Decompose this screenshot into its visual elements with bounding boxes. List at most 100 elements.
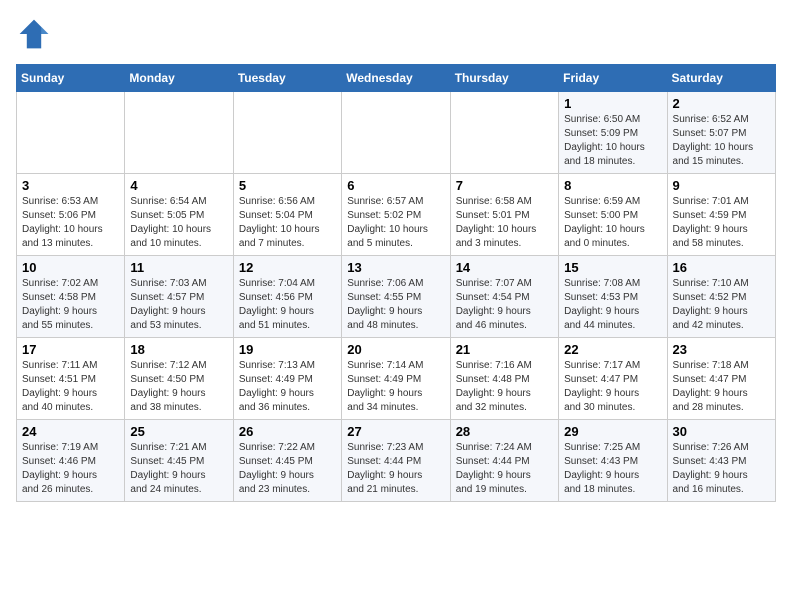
calendar-week-5: 24 Sunrise: 7:19 AM Sunset: 4:46 PM Dayli… bbox=[17, 420, 776, 502]
day-info: Sunrise: 7:03 AM Sunset: 4:57 PM Dayligh… bbox=[130, 277, 227, 333]
calendar-cell: 28 Sunrise: 7:24 AM Sunset: 4:44 PM Dayli… bbox=[450, 420, 558, 502]
day-info: Sunrise: 7:06 AM Sunset: 4:55 PM Dayligh… bbox=[347, 277, 444, 333]
day-number: 10 bbox=[22, 260, 119, 275]
calendar-cell: 15 Sunrise: 7:08 AM Sunset: 4:53 PM Dayli… bbox=[559, 256, 667, 338]
day-info: Sunrise: 6:53 AM Sunset: 5:06 PM Dayligh… bbox=[22, 195, 119, 251]
day-info: Sunrise: 6:59 AM Sunset: 5:00 PM Dayligh… bbox=[564, 195, 661, 251]
calendar-cell: 6 Sunrise: 6:57 AM Sunset: 5:02 PM Daylig… bbox=[342, 174, 450, 256]
day-info: Sunrise: 7:08 AM Sunset: 4:53 PM Dayligh… bbox=[564, 277, 661, 333]
logo-icon bbox=[16, 16, 52, 52]
day-info: Sunrise: 6:54 AM Sunset: 5:05 PM Dayligh… bbox=[130, 195, 227, 251]
day-info: Sunrise: 7:18 AM Sunset: 4:47 PM Dayligh… bbox=[673, 359, 770, 415]
day-number: 23 bbox=[673, 342, 770, 357]
day-number: 26 bbox=[239, 424, 336, 439]
calendar-cell: 13 Sunrise: 7:06 AM Sunset: 4:55 PM Dayli… bbox=[342, 256, 450, 338]
day-info: Sunrise: 7:12 AM Sunset: 4:50 PM Dayligh… bbox=[130, 359, 227, 415]
day-number: 21 bbox=[456, 342, 553, 357]
day-number: 4 bbox=[130, 178, 227, 193]
day-number: 9 bbox=[673, 178, 770, 193]
day-info: Sunrise: 6:52 AM Sunset: 5:07 PM Dayligh… bbox=[673, 113, 770, 169]
day-number: 3 bbox=[22, 178, 119, 193]
day-info: Sunrise: 7:02 AM Sunset: 4:58 PM Dayligh… bbox=[22, 277, 119, 333]
day-info: Sunrise: 7:13 AM Sunset: 4:49 PM Dayligh… bbox=[239, 359, 336, 415]
day-number: 7 bbox=[456, 178, 553, 193]
calendar-cell: 5 Sunrise: 6:56 AM Sunset: 5:04 PM Daylig… bbox=[233, 174, 341, 256]
calendar-cell: 9Sunrise: 7:01 AM Sunset: 4:59 PM Daylig… bbox=[667, 174, 775, 256]
calendar-cell bbox=[450, 92, 558, 174]
day-number: 28 bbox=[456, 424, 553, 439]
calendar-cell: 11 Sunrise: 7:03 AM Sunset: 4:57 PM Dayli… bbox=[125, 256, 233, 338]
day-info: Sunrise: 7:16 AM Sunset: 4:48 PM Dayligh… bbox=[456, 359, 553, 415]
calendar-cell: 22 Sunrise: 7:17 AM Sunset: 4:47 PM Dayli… bbox=[559, 338, 667, 420]
day-info: Sunrise: 7:10 AM Sunset: 4:52 PM Dayligh… bbox=[673, 277, 770, 333]
weekday-header-saturday: Saturday bbox=[667, 65, 775, 92]
day-info: Sunrise: 7:14 AM Sunset: 4:49 PM Dayligh… bbox=[347, 359, 444, 415]
day-number: 17 bbox=[22, 342, 119, 357]
day-number: 11 bbox=[130, 260, 227, 275]
calendar-cell: 25 Sunrise: 7:21 AM Sunset: 4:45 PM Dayli… bbox=[125, 420, 233, 502]
weekday-header-monday: Monday bbox=[125, 65, 233, 92]
weekday-header-tuesday: Tuesday bbox=[233, 65, 341, 92]
calendar-week-4: 17 Sunrise: 7:11 AM Sunset: 4:51 PM Dayli… bbox=[17, 338, 776, 420]
day-info: Sunrise: 7:24 AM Sunset: 4:44 PM Dayligh… bbox=[456, 441, 553, 497]
calendar-cell bbox=[17, 92, 125, 174]
day-info: Sunrise: 6:50 AM Sunset: 5:09 PM Dayligh… bbox=[564, 113, 661, 169]
calendar-cell: 21 Sunrise: 7:16 AM Sunset: 4:48 PM Dayli… bbox=[450, 338, 558, 420]
day-number: 25 bbox=[130, 424, 227, 439]
calendar-cell: 12Sunrise: 7:04 AM Sunset: 4:56 PM Dayli… bbox=[233, 256, 341, 338]
day-info: Sunrise: 7:22 AM Sunset: 4:45 PM Dayligh… bbox=[239, 441, 336, 497]
day-info: Sunrise: 7:11 AM Sunset: 4:51 PM Dayligh… bbox=[22, 359, 119, 415]
calendar-cell: 4 Sunrise: 6:54 AM Sunset: 5:05 PM Daylig… bbox=[125, 174, 233, 256]
weekday-header-sunday: Sunday bbox=[17, 65, 125, 92]
day-number: 22 bbox=[564, 342, 661, 357]
day-info: Sunrise: 6:57 AM Sunset: 5:02 PM Dayligh… bbox=[347, 195, 444, 251]
day-number: 18 bbox=[130, 342, 227, 357]
calendar-cell bbox=[342, 92, 450, 174]
calendar-cell: 2 Sunrise: 6:52 AM Sunset: 5:07 PM Daylig… bbox=[667, 92, 775, 174]
calendar-cell: 17 Sunrise: 7:11 AM Sunset: 4:51 PM Dayli… bbox=[17, 338, 125, 420]
day-info: Sunrise: 7:25 AM Sunset: 4:43 PM Dayligh… bbox=[564, 441, 661, 497]
day-number: 24 bbox=[22, 424, 119, 439]
day-number: 1 bbox=[564, 96, 661, 111]
day-number: 30 bbox=[673, 424, 770, 439]
calendar-cell bbox=[233, 92, 341, 174]
day-number: 5 bbox=[239, 178, 336, 193]
calendar-cell: 30 Sunrise: 7:26 AM Sunset: 4:43 PM Dayli… bbox=[667, 420, 775, 502]
calendar-cell: 19 Sunrise: 7:13 AM Sunset: 4:49 PM Dayli… bbox=[233, 338, 341, 420]
calendar-week-3: 10 Sunrise: 7:02 AM Sunset: 4:58 PM Dayli… bbox=[17, 256, 776, 338]
day-info: Sunrise: 7:19 AM Sunset: 4:46 PM Dayligh… bbox=[22, 441, 119, 497]
calendar-cell bbox=[125, 92, 233, 174]
day-number: 29 bbox=[564, 424, 661, 439]
calendar-cell: 1 Sunrise: 6:50 AM Sunset: 5:09 PM Daylig… bbox=[559, 92, 667, 174]
weekday-header-friday: Friday bbox=[559, 65, 667, 92]
day-info: Sunrise: 7:23 AM Sunset: 4:44 PM Dayligh… bbox=[347, 441, 444, 497]
day-info: Sunrise: 7:26 AM Sunset: 4:43 PM Dayligh… bbox=[673, 441, 770, 497]
day-info: Sunrise: 7:17 AM Sunset: 4:47 PM Dayligh… bbox=[564, 359, 661, 415]
day-number: 20 bbox=[347, 342, 444, 357]
calendar-cell: 24 Sunrise: 7:19 AM Sunset: 4:46 PM Dayli… bbox=[17, 420, 125, 502]
page-header bbox=[16, 16, 776, 52]
day-info: Sunrise: 6:58 AM Sunset: 5:01 PM Dayligh… bbox=[456, 195, 553, 251]
day-number: 19 bbox=[239, 342, 336, 357]
weekday-header-wednesday: Wednesday bbox=[342, 65, 450, 92]
day-number: 16 bbox=[673, 260, 770, 275]
calendar-cell: 10 Sunrise: 7:02 AM Sunset: 4:58 PM Dayli… bbox=[17, 256, 125, 338]
day-info: Sunrise: 7:21 AM Sunset: 4:45 PM Dayligh… bbox=[130, 441, 227, 497]
day-info: Sunrise: 6:56 AM Sunset: 5:04 PM Dayligh… bbox=[239, 195, 336, 251]
calendar-cell: 16 Sunrise: 7:10 AM Sunset: 4:52 PM Dayli… bbox=[667, 256, 775, 338]
calendar-cell: 18 Sunrise: 7:12 AM Sunset: 4:50 PM Dayli… bbox=[125, 338, 233, 420]
day-number: 8 bbox=[564, 178, 661, 193]
calendar-cell: 29 Sunrise: 7:25 AM Sunset: 4:43 PM Dayli… bbox=[559, 420, 667, 502]
logo bbox=[16, 16, 56, 52]
calendar-week-1: 1 Sunrise: 6:50 AM Sunset: 5:09 PM Daylig… bbox=[17, 92, 776, 174]
day-info: Sunrise: 7:07 AM Sunset: 4:54 PM Dayligh… bbox=[456, 277, 553, 333]
day-number: 6 bbox=[347, 178, 444, 193]
calendar-cell: 7 Sunrise: 6:58 AM Sunset: 5:01 PM Daylig… bbox=[450, 174, 558, 256]
calendar-cell: 23 Sunrise: 7:18 AM Sunset: 4:47 PM Dayli… bbox=[667, 338, 775, 420]
day-number: 13 bbox=[347, 260, 444, 275]
day-number: 15 bbox=[564, 260, 661, 275]
day-number: 2 bbox=[673, 96, 770, 111]
weekday-header-row: SundayMondayTuesdayWednesdayThursdayFrid… bbox=[17, 65, 776, 92]
day-number: 14 bbox=[456, 260, 553, 275]
calendar-cell: 8 Sunrise: 6:59 AM Sunset: 5:00 PM Daylig… bbox=[559, 174, 667, 256]
